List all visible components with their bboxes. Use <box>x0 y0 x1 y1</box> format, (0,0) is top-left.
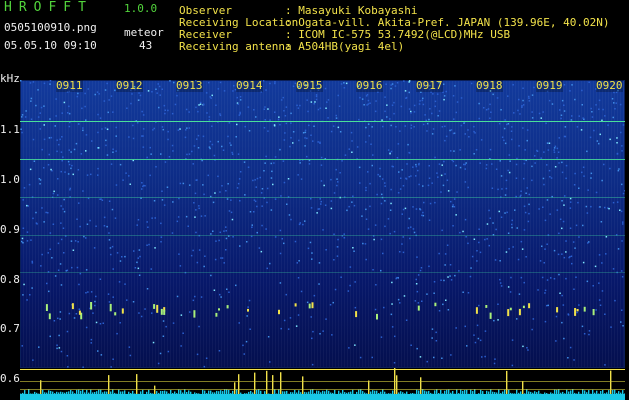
app-name: HROFFT <box>4 0 93 15</box>
carrier-line-1 <box>20 121 625 122</box>
y-tick-0-7: 0.7 <box>0 322 20 335</box>
minute-label-0917: 0917 <box>416 79 443 92</box>
signal-level-panel <box>20 367 626 400</box>
level-line-top <box>20 369 625 370</box>
minute-label-0913: 0913 <box>176 79 203 92</box>
mode-label: meteor <box>124 26 164 39</box>
minute-label-0911: 0911 <box>56 79 83 92</box>
hroft-screen: HROFFT 1.0.0 0505100910.png meteor 05.05… <box>0 0 629 400</box>
antenna-value: : A504HB(yagi 4el) <box>285 40 405 53</box>
y-tick-0-9: 0.9 <box>0 223 20 236</box>
spectrogram-plot <box>20 80 625 368</box>
minute-label-0919: 0919 <box>536 79 563 92</box>
file-name: 0505100910.png <box>4 21 97 34</box>
minute-label-0920: 0920 <box>596 79 623 92</box>
timestamp: 05.05.10 09:10 <box>4 39 97 52</box>
y-tick-1-1: 1.1 <box>0 123 20 136</box>
antenna-label: Receiving antenna <box>179 40 292 53</box>
carrier-line-2 <box>20 159 625 160</box>
level-line-low <box>20 389 625 390</box>
carrier-line-3 <box>20 197 625 198</box>
minute-label-0912: 0912 <box>116 79 143 92</box>
carrier-line-4 <box>20 235 625 236</box>
minute-label-0915: 0915 <box>296 79 323 92</box>
count-value: 43 <box>139 39 153 52</box>
carrier-line-5 <box>20 272 625 273</box>
y-tick-0-8: 0.8 <box>0 273 20 286</box>
minute-label-0918: 0918 <box>476 79 503 92</box>
minute-label-0914: 0914 <box>236 79 263 92</box>
signal-level-canvas <box>20 367 626 400</box>
level-line-mid <box>20 381 625 382</box>
level-baseline <box>20 394 625 400</box>
y-tick-1-0: 1.0 <box>0 173 20 186</box>
noise-speckle <box>20 80 625 368</box>
y-unit-label: kHz <box>0 72 20 85</box>
app-version: 1.0.0 <box>124 2 158 15</box>
y-tick-0-6: 0.6 <box>0 372 20 385</box>
minute-label-0916: 0916 <box>356 79 383 92</box>
spectrogram-canvas <box>20 80 625 368</box>
